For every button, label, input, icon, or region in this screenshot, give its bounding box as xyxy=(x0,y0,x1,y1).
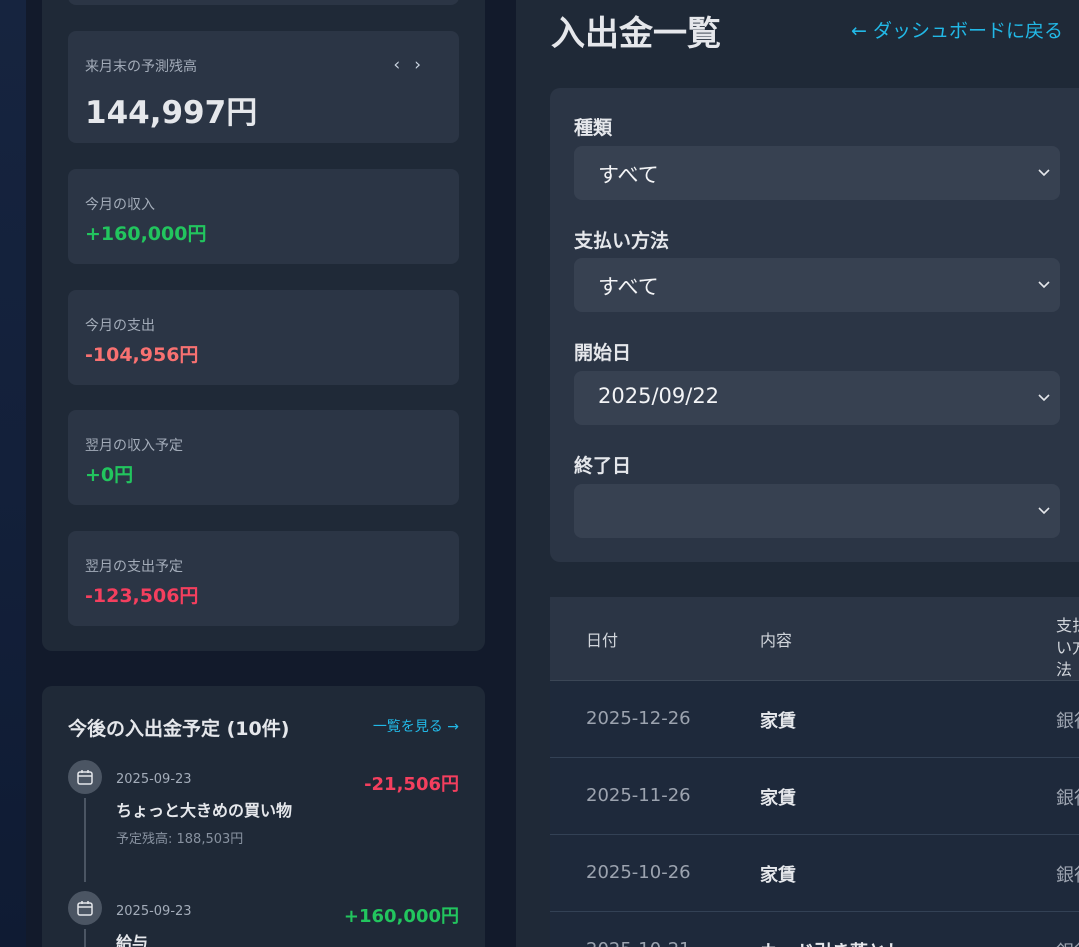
forecast-card: 来月末の予測残高 ‹› 144,997円 xyxy=(68,31,459,143)
expense-this-month-card: 今月の支出 -104,956円 xyxy=(68,290,459,385)
upcoming-date: 2025-09-23 xyxy=(116,904,192,919)
row-date: 2025-10-21 xyxy=(586,939,691,947)
upcoming-title: 今後の入出金予定 (10件) xyxy=(68,718,290,740)
calendar-icon xyxy=(68,760,102,794)
type-select[interactable]: すべて xyxy=(574,146,1060,200)
row-description: カード引き落とし xyxy=(760,938,904,947)
income-this-month-card: 今月の収入 +160,000円 xyxy=(68,169,459,264)
row-description: 家賃 xyxy=(760,788,796,809)
chevron-down-icon xyxy=(1038,281,1050,289)
expense-next-month-card: 翌月の支出予定 -123,506円 xyxy=(68,531,459,626)
table-row[interactable]: 2025-10-21 カード引き落とし 銀行 xyxy=(550,912,1079,947)
row-date: 2025-10-26 xyxy=(586,862,691,883)
method-select[interactable]: すべて xyxy=(574,258,1060,312)
month-nav: ‹› xyxy=(393,55,435,75)
upcoming-balance: 予定残高: 188,503円 xyxy=(116,832,244,847)
calendar-icon xyxy=(68,891,102,925)
summary-card-top xyxy=(68,0,459,5)
back-to-dashboard-link[interactable]: ← ダッシュボードに戻る xyxy=(851,16,1063,43)
transactions-table: 日付 内容 支払い方法 2025-12-26 家賃 銀行 2025-11-26 … xyxy=(550,597,1079,947)
column-header-method[interactable]: 支払い方法 xyxy=(1056,615,1079,681)
row-method: 銀行 xyxy=(1056,788,1079,809)
row-description: 家賃 xyxy=(760,711,796,732)
upcoming-panel: 今後の入出金予定 (10件) 一覧を見る → 2025-09-23 -21,50… xyxy=(42,686,485,947)
upcoming-amount: -21,506円 xyxy=(364,774,459,795)
row-method: 銀行 xyxy=(1056,865,1079,886)
stat-value: -104,956円 xyxy=(85,344,199,366)
table-row[interactable]: 2025-11-26 家賃 銀行 xyxy=(550,758,1079,835)
chevron-down-icon xyxy=(1038,169,1050,177)
row-date: 2025-11-26 xyxy=(586,785,691,806)
start-date-label: 開始日 xyxy=(574,342,632,364)
stat-label: 翌月の支出予定 xyxy=(85,559,183,575)
type-select-value: すべて xyxy=(598,163,659,187)
end-date-label: 終了日 xyxy=(574,455,632,477)
row-description: 家賃 xyxy=(760,865,796,886)
table-header: 日付 内容 支払い方法 xyxy=(550,597,1079,681)
table-row[interactable]: 2025-10-26 家賃 銀行 xyxy=(550,835,1079,912)
view-all-link[interactable]: 一覧を見る → xyxy=(373,716,459,736)
upcoming-date: 2025-09-23 xyxy=(116,772,192,787)
chevron-down-icon xyxy=(1038,507,1050,515)
upcoming-item-title[interactable]: 給与 xyxy=(116,929,148,947)
stat-value: -123,506円 xyxy=(85,585,199,607)
stat-value: +160,000円 xyxy=(85,223,207,245)
start-date-value: 2025/09/22 xyxy=(598,384,720,408)
stat-value: +0円 xyxy=(85,464,134,486)
forecast-value: 144,997円 xyxy=(85,95,258,131)
row-method: 銀行 xyxy=(1056,711,1079,732)
table-row[interactable]: 2025-12-26 家賃 銀行 xyxy=(550,681,1079,758)
timeline-line xyxy=(84,798,86,882)
row-date: 2025-12-26 xyxy=(586,708,691,729)
upcoming-item-title[interactable]: ちょっと大きめの買い物 xyxy=(116,797,292,821)
type-filter-label: 種類 xyxy=(574,117,613,139)
start-date-field[interactable]: 2025/09/22 xyxy=(574,371,1060,425)
page-background xyxy=(0,0,26,947)
stat-label: 今月の支出 xyxy=(85,318,155,334)
method-filter-label: 支払い方法 xyxy=(574,230,670,252)
method-select-value: すべて xyxy=(598,275,659,299)
prev-month-button[interactable]: ‹ xyxy=(393,55,414,75)
column-header-date[interactable]: 日付 xyxy=(586,627,618,651)
end-date-field[interactable] xyxy=(574,484,1060,538)
income-next-month-card: 翌月の収入予定 +0円 xyxy=(68,410,459,505)
upcoming-amount: +160,000円 xyxy=(343,906,459,927)
column-header-description[interactable]: 内容 xyxy=(760,627,792,651)
page-title: 入出金一覧 xyxy=(551,14,721,54)
forecast-label: 来月末の予測残高 xyxy=(85,59,197,75)
chevron-down-icon xyxy=(1038,394,1050,402)
row-method: 銀行 xyxy=(1056,938,1079,947)
stat-label: 今月の収入 xyxy=(85,197,155,213)
next-month-button[interactable]: › xyxy=(414,55,435,75)
stat-label: 翌月の収入予定 xyxy=(85,438,183,454)
timeline-line xyxy=(84,929,86,947)
